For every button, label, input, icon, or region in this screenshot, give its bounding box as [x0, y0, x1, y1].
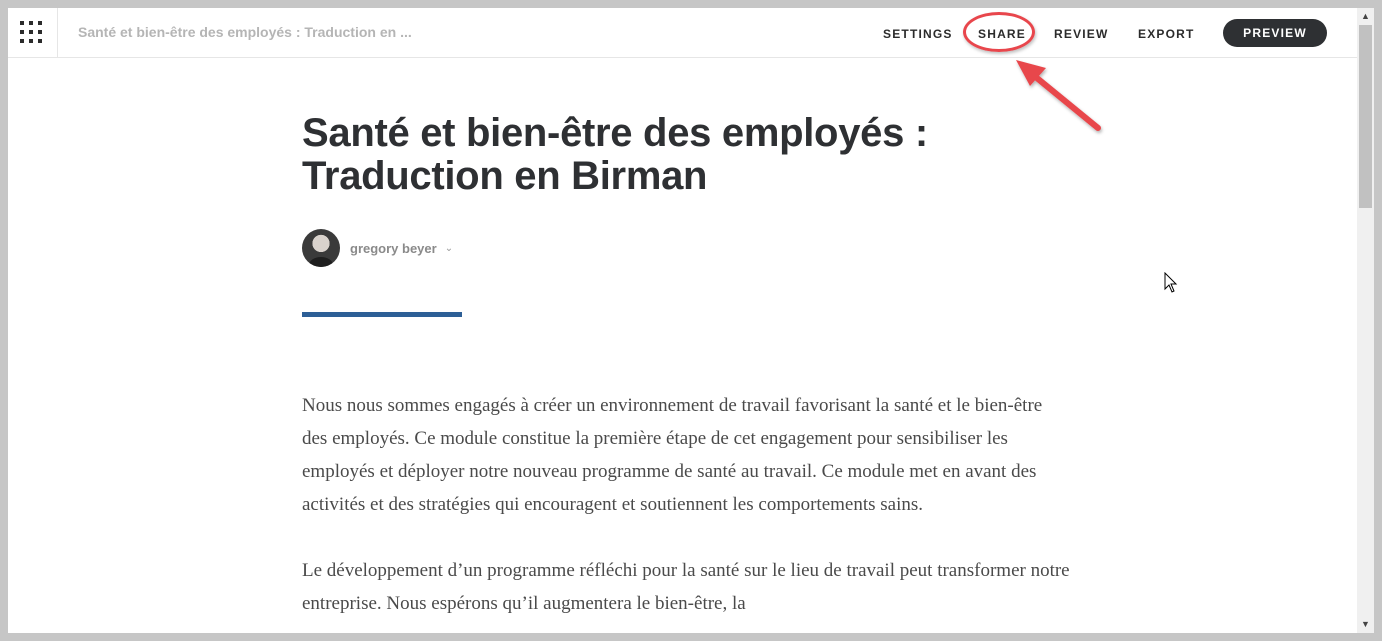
article-body: Nous nous sommes engagés à créer un envi…	[302, 389, 1072, 633]
author-name: gregory beyer	[350, 240, 437, 256]
preview-button[interactable]: PREVIEW	[1223, 19, 1327, 47]
top-bar: Santé et bien-être des employés : Traduc…	[8, 8, 1357, 58]
export-link[interactable]: EXPORT	[1138, 27, 1195, 41]
chevron-down-icon[interactable]: ⌄	[445, 243, 453, 254]
avatar	[302, 229, 340, 267]
app-window: Santé et bien-être des employés : Traduc…	[8, 8, 1374, 633]
paragraph: Nous nous sommes engagés à créer un envi…	[302, 395, 1043, 515]
grid-menu-icon	[20, 21, 46, 47]
article-title: Santé et bien-être des employés : Traduc…	[302, 111, 928, 198]
settings-link[interactable]: SETTINGS	[883, 27, 953, 41]
title-divider	[302, 312, 462, 317]
share-highlight-circle	[963, 12, 1035, 52]
article: Santé et bien-être des employés : Traduc…	[302, 111, 1072, 614]
author-byline[interactable]: gregory beyer ⌄	[302, 228, 453, 268]
mouse-cursor-icon	[1164, 272, 1178, 293]
grid-menu-button[interactable]	[8, 8, 58, 57]
vertical-scrollbar[interactable]: ▲ ▼	[1357, 8, 1374, 633]
document-title: Santé et bien-être des employés : Traduc…	[78, 24, 412, 40]
scrollbar-thumb[interactable]	[1359, 25, 1372, 208]
scroll-up-icon[interactable]: ▲	[1357, 8, 1374, 25]
paragraph: Le développement d’un programme réfléchi…	[302, 560, 1070, 614]
scroll-down-icon[interactable]: ▼	[1357, 616, 1374, 633]
review-link[interactable]: REVIEW	[1054, 27, 1109, 41]
